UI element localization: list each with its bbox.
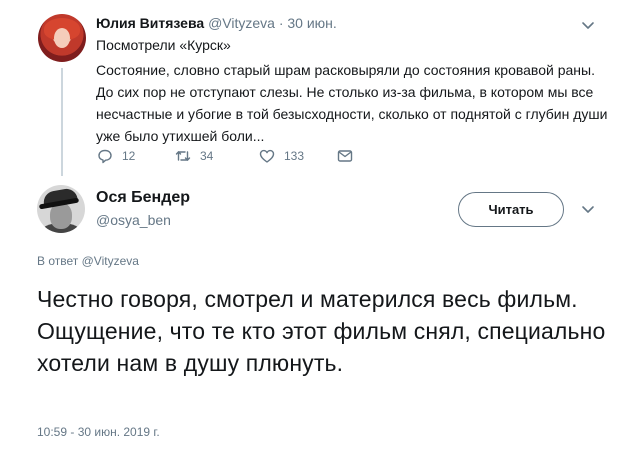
follow-button[interactable]: Читать [458, 192, 564, 227]
main-author-avatar[interactable] [37, 185, 85, 233]
avatar-face [54, 28, 70, 48]
like-button[interactable]: 133 [258, 146, 304, 166]
reply-count: 12 [122, 149, 136, 163]
parent-tweet[interactable]: Юлия Витязева @Vityzeva · 30 июн. Посмот… [0, 0, 634, 176]
retweet-count: 34 [200, 149, 214, 163]
parent-author-avatar[interactable] [38, 14, 86, 62]
reply-button[interactable]: 12 [96, 146, 135, 166]
direct-message-button[interactable] [336, 146, 354, 166]
retweet-button[interactable]: 34 [174, 146, 213, 166]
chevron-down-icon[interactable] [580, 201, 596, 217]
message-icon [337, 150, 353, 162]
thread-connector [61, 68, 63, 176]
parent-tweet-header: Юлия Витязева @Vityzeva · 30 июн. [96, 15, 337, 31]
parent-author-handle[interactable]: @Vityzeva [208, 15, 275, 31]
reply-mention-link[interactable]: @Vityzeva [82, 254, 139, 268]
parent-tweet-text: Состояние, словно старый шрам расковырял… [96, 62, 608, 144]
like-count: 133 [284, 149, 305, 163]
main-tweet-text: Честно говоря, смотрел и матерился весь … [37, 286, 606, 376]
chevron-down-icon[interactable] [580, 17, 596, 33]
tweet-timestamp[interactable]: 10:59 - 30 июн. 2019 г. [37, 425, 160, 439]
parent-author-name[interactable]: Юлия Витязева [96, 15, 204, 31]
header-separator: · [278, 15, 284, 31]
reply-icon [98, 149, 112, 164]
like-icon [259, 149, 275, 163]
main-author-name[interactable]: Ося Бендер [96, 189, 190, 207]
main-author-handle[interactable]: @osya_ben [96, 212, 171, 228]
parent-tweet-first-line: Посмотрели «Курск» [96, 37, 231, 53]
retweet-icon [175, 151, 191, 161]
parent-tweet-date[interactable]: 30 июн. [287, 15, 336, 31]
reply-prefix: В ответ [37, 254, 79, 268]
reply-context: В ответ @Vityzeva [37, 254, 139, 268]
